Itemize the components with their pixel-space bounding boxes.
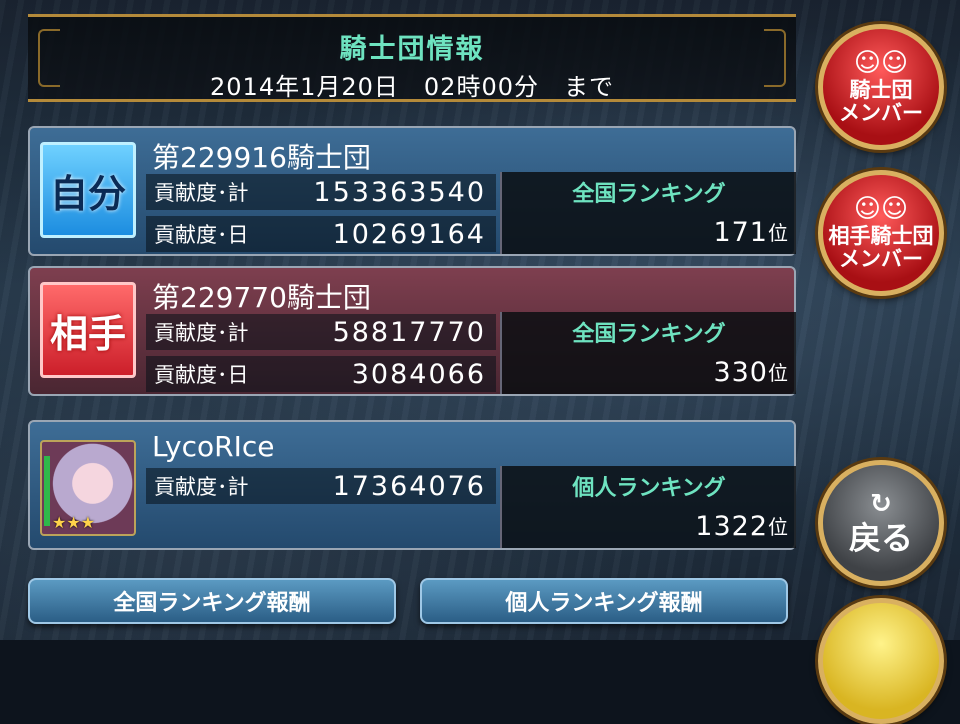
opponent-guild-name: 第229770騎士団 xyxy=(152,281,371,314)
user-rank-value: 1322 xyxy=(695,511,768,542)
opponent-daily-value: 3084066 xyxy=(351,358,486,390)
national-ranking-reward-button[interactable]: 全国ランキング報酬 xyxy=(28,578,396,624)
character-avatar[interactable]: ★★★ xyxy=(40,440,136,536)
partial-yellow-button[interactable] xyxy=(818,598,944,724)
personal-ranking-reward-button[interactable]: 個人ランキング報酬 xyxy=(420,578,788,624)
self-total-row: 貢献度･計 153363540 xyxy=(146,174,496,210)
opponent-rank-box: 全国ランキング 330 位 xyxy=(500,312,796,394)
user-name: LycoRIce xyxy=(152,430,275,463)
opponent-rank-label: 全国ランキング xyxy=(572,322,726,347)
user-total-label: 貢献度･計 xyxy=(154,475,249,499)
avatar-gauge-bar xyxy=(44,456,50,526)
guild-members-label-1: 騎士団 xyxy=(849,78,913,103)
back-button[interactable]: ↻ 戻る xyxy=(818,460,944,586)
members-icon: ☺☺ xyxy=(853,47,909,78)
opponent-members-label-1: 相手騎士団 xyxy=(828,224,934,249)
self-rank-value: 171 xyxy=(713,217,768,248)
deadline-text: 2014年1月20日 02時00分 まで xyxy=(210,73,614,101)
self-total-label: 貢献度･計 xyxy=(154,181,249,205)
guild-members-button[interactable]: ☺☺ 騎士団 メンバー xyxy=(818,24,944,150)
self-guild-name: 第229916騎士団 xyxy=(152,141,371,174)
opponent-daily-row: 貢献度･日 3084066 xyxy=(146,356,496,392)
page-title: 騎士団情報 xyxy=(339,34,485,65)
opponent-total-value: 58817770 xyxy=(332,316,486,348)
avatar-star-rating: ★★★ xyxy=(52,513,96,532)
user-total-row: 貢献度･計 17364076 xyxy=(146,468,496,504)
self-rank-label: 全国ランキング xyxy=(572,182,726,207)
user-rank-label: 個人ランキング xyxy=(572,476,726,501)
opponent-rank-value: 330 xyxy=(713,357,768,388)
opponent-members-button[interactable]: ☺☺ 相手騎士団 メンバー xyxy=(818,170,944,296)
guild-members-label-2: メンバー xyxy=(839,101,923,126)
self-daily-row: 貢献度･日 10269164 xyxy=(146,216,496,252)
user-rank-box: 個人ランキング 1322 位 xyxy=(500,466,796,548)
user-total-value: 17364076 xyxy=(332,470,486,502)
self-total-value: 153363540 xyxy=(313,176,486,208)
user-panel: ★★★ LycoRIce 貢献度･計 17364076 個人ランキング 1322… xyxy=(28,420,796,550)
self-badge: 自分 xyxy=(40,142,136,238)
self-rank-unit: 位 xyxy=(768,221,788,245)
opponent-total-label: 貢献度･計 xyxy=(154,321,249,345)
opponent-daily-label: 貢献度･日 xyxy=(154,363,249,387)
guild-info-header: 騎士団情報 2014年1月20日 02時00分 まで xyxy=(28,14,796,102)
self-daily-label: 貢献度･日 xyxy=(154,223,249,247)
user-rank-unit: 位 xyxy=(768,515,788,539)
self-daily-value: 10269164 xyxy=(332,218,486,250)
opponent-total-row: 貢献度･計 58817770 xyxy=(146,314,496,350)
back-arrow-icon: ↻ xyxy=(870,489,892,520)
self-guild-panel: 自分 第229916騎士団 貢献度･計 153363540 貢献度･日 1026… xyxy=(28,126,796,256)
opponent-guild-panel: 相手 第229770騎士団 貢献度･計 58817770 貢献度･日 30840… xyxy=(28,266,796,396)
opponent-badge: 相手 xyxy=(40,282,136,378)
members-icon: ☺☺ xyxy=(853,193,909,224)
opponent-members-label-2: メンバー xyxy=(839,247,923,272)
back-label: 戻る xyxy=(848,518,913,557)
opponent-rank-unit: 位 xyxy=(768,361,788,385)
self-rank-box: 全国ランキング 171 位 xyxy=(500,172,796,254)
